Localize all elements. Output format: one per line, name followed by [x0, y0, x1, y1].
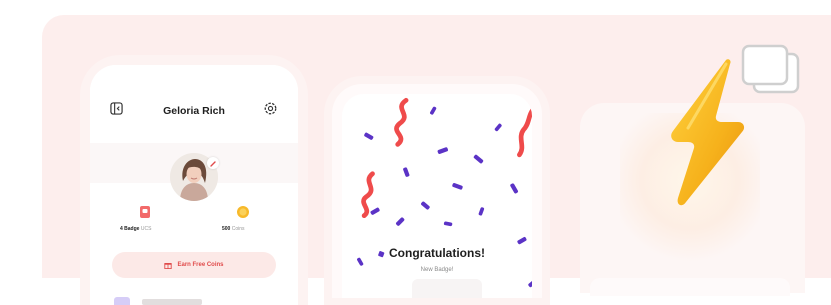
bottom-sheet-edge: [590, 278, 790, 296]
lightning-bolt-icon: [671, 59, 745, 206]
badge-preview: [412, 279, 482, 298]
gear-icon[interactable]: [263, 101, 278, 116]
congratulations-title: Congratulations!: [389, 246, 485, 260]
edit-avatar-button[interactable]: [207, 157, 219, 169]
gift-icon: [164, 263, 173, 269]
coin-count: 500: [222, 226, 231, 232]
coin-unit: Coins: [231, 226, 245, 232]
congratulations-screen: Congratulations! New Badge!: [332, 84, 542, 298]
coin-icon: [237, 206, 249, 218]
list-item-icon: [114, 297, 130, 305]
badge-icon: [140, 206, 150, 218]
coin-stat: 500 Coins: [222, 226, 245, 232]
earn-free-coins-button[interactable]: Earn Free Coins: [112, 252, 276, 278]
new-badge-subtitle: New Badge!: [420, 267, 454, 273]
earn-free-coins-label: Earn Free Coins: [177, 262, 224, 268]
edit-icon: [210, 161, 216, 167]
badge-count: 4 Badge: [120, 226, 140, 232]
list-item[interactable]: [142, 299, 202, 305]
badge-unit: UCS: [140, 226, 152, 232]
profile-screen: Geloria Rich 4 Badge UCS 500 Coins Earn …: [90, 65, 298, 305]
windows-icon[interactable]: [740, 44, 802, 96]
badge-stat: 4 Badge UCS: [120, 226, 151, 232]
